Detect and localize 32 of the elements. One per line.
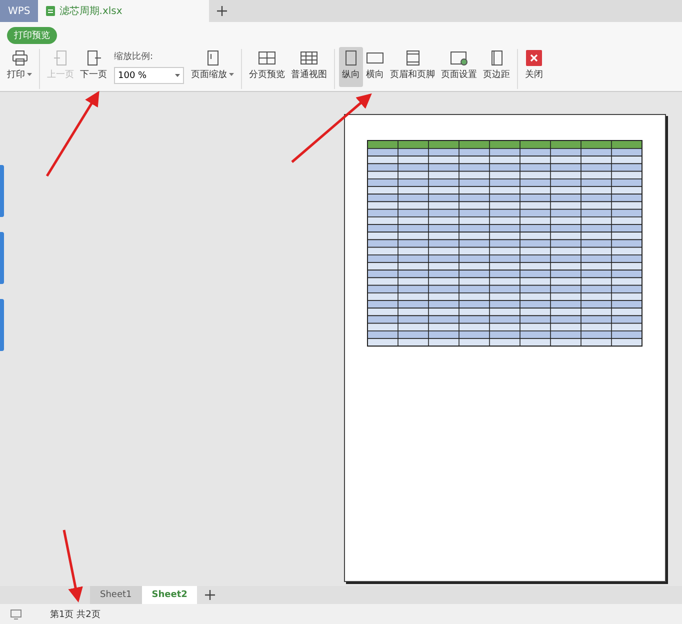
toolbar-button[interactable]: 下一页 [77,47,110,87]
document-tab[interactable]: 滤芯周期.xlsx [38,0,210,22]
toolbar-button[interactable]: 页面设置 [438,47,480,87]
monitor-icon[interactable] [10,608,22,620]
printer-icon [10,50,28,66]
toolbar-button[interactable]: 分页预览 [246,47,288,87]
spreadsheet-file-icon [46,6,56,16]
toolbar-button[interactable]: 打印 [4,47,35,87]
landscape-page-icon [366,50,384,66]
page-back-icon [52,50,70,66]
mode-badge: 打印预览 [7,27,57,44]
toolbar-button[interactable]: 普通视图 [288,47,330,87]
split-view-icon [258,50,276,66]
orientation-button[interactable]: 纵向 [339,47,363,87]
add-sheet-icon[interactable] [205,590,216,600]
page-forward-icon [84,50,102,66]
close-icon [526,50,542,66]
new-tab-icon[interactable] [217,6,228,16]
sheet-tab[interactable]: Sheet2 [142,586,198,604]
orientation-button[interactable]: 横向 [363,47,387,87]
page-setup-icon [450,50,468,66]
zoom-label: 缩放比例: [114,50,154,63]
grid-icon [300,50,318,66]
sheet-tab[interactable]: Sheet1 [90,586,142,604]
toolbar-button[interactable]: 页面缩放 [188,47,237,87]
page-info: 第1页 共2页 [50,608,100,620]
zoom-field[interactable]: 100 % [114,67,184,84]
toolbar-button[interactable]: 页边距 [480,47,513,87]
dropdown-caret-icon [175,74,180,77]
header-footer-icon [404,50,422,66]
toolbar-button[interactable]: 页眉和页脚 [387,47,438,87]
toolbar-button[interactable]: 关闭 [522,47,546,87]
